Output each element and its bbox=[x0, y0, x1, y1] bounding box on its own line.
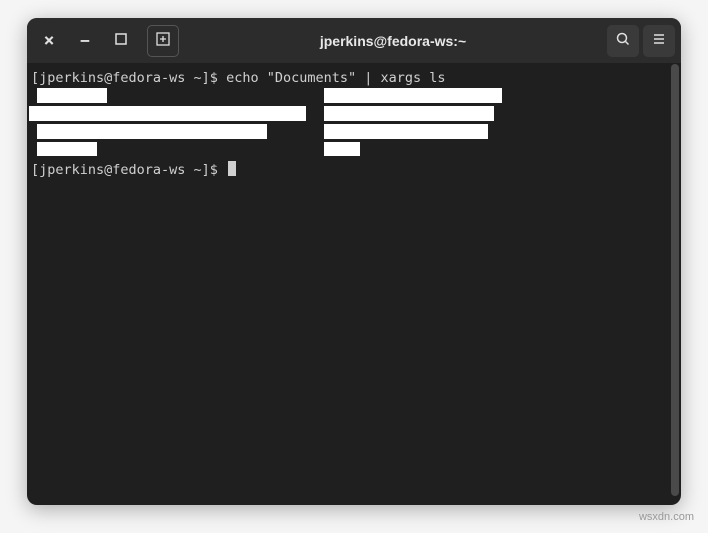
redacted-output bbox=[37, 88, 107, 103]
new-tab-icon bbox=[155, 31, 171, 51]
redacted-output bbox=[324, 88, 502, 103]
minimize-button[interactable]: − bbox=[69, 25, 101, 57]
cursor bbox=[228, 161, 236, 176]
redacted-output bbox=[37, 124, 267, 139]
minimize-icon: − bbox=[80, 31, 90, 50]
search-button[interactable] bbox=[607, 25, 639, 57]
redacted-output bbox=[37, 142, 97, 156]
titlebar: × − jperkins@fedora-ws:~ bbox=[27, 18, 681, 63]
redacted-output bbox=[324, 124, 488, 139]
menu-button[interactable] bbox=[643, 25, 675, 57]
redacted-output bbox=[29, 106, 306, 121]
terminal-body[interactable]: [jperkins@fedora-ws ~]$ echo "Documents"… bbox=[27, 63, 681, 505]
maximize-button[interactable] bbox=[105, 25, 137, 57]
search-icon bbox=[615, 31, 631, 51]
close-icon: × bbox=[44, 30, 55, 51]
command-1: echo "Documents" | xargs ls bbox=[226, 69, 445, 87]
redacted-output bbox=[324, 142, 360, 156]
command-line-2: [jperkins@fedora-ws ~]$ bbox=[31, 161, 677, 179]
window-title: jperkins@fedora-ws:~ bbox=[183, 33, 603, 49]
scrollbar[interactable] bbox=[671, 64, 679, 496]
close-button[interactable]: × bbox=[33, 25, 65, 57]
maximize-icon bbox=[113, 31, 129, 51]
redacted-output bbox=[324, 106, 494, 121]
new-tab-button[interactable] bbox=[147, 25, 179, 57]
terminal-window: × − jperkins@fedora-ws:~ bbox=[27, 18, 681, 505]
prompt-2: [jperkins@fedora-ws ~]$ bbox=[31, 161, 226, 179]
command-output bbox=[31, 87, 677, 161]
watermark: wsxdn.com bbox=[639, 511, 694, 523]
hamburger-icon bbox=[651, 31, 667, 51]
command-line-1: [jperkins@fedora-ws ~]$ echo "Documents"… bbox=[31, 69, 677, 87]
prompt-1: [jperkins@fedora-ws ~]$ bbox=[31, 69, 226, 87]
